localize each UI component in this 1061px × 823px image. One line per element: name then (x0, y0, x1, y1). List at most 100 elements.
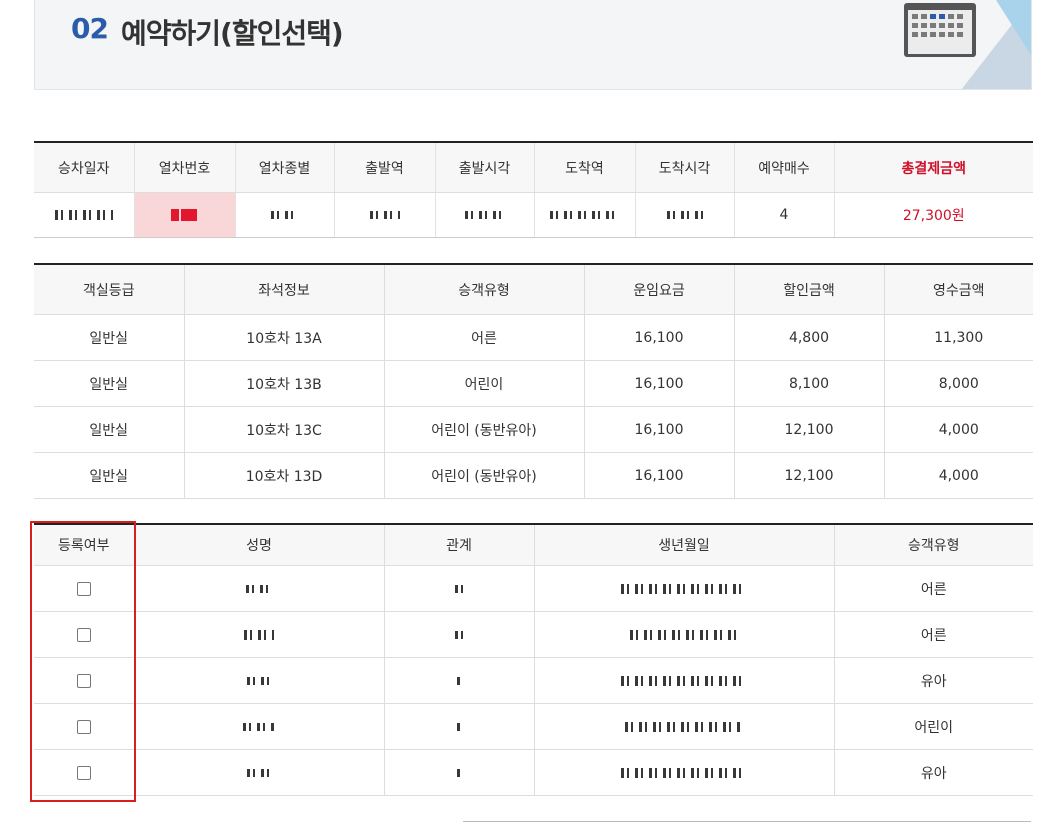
header-total-amount: 총결제금액 (833, 142, 1033, 193)
header-registered: 등록여부 (34, 524, 134, 566)
total-amount-value: 27,300원 (833, 192, 1033, 238)
redacted-value (34, 192, 134, 238)
redacted-relation (383, 611, 534, 658)
table-row: 어린이 (34, 703, 1033, 750)
ticket-count-value: 4 (733, 192, 834, 238)
redacted-value (234, 192, 334, 238)
redacted-value (533, 192, 635, 238)
table-row: 일반실 10호차 13C 어린이 (동반유아) 16,100 12,100 4,… (34, 406, 1033, 453)
redacted-relation (383, 749, 534, 796)
register-checkbox[interactable] (76, 719, 91, 734)
type-cell: 어린이 (383, 360, 584, 407)
redacted-birthdate (533, 703, 834, 750)
seat-cell: 10호차 13A (183, 314, 384, 361)
table-row: 어른 (34, 611, 1033, 658)
register-checkbox[interactable] (76, 581, 91, 596)
redacted-birthdate (533, 611, 834, 658)
discount-cell: 12,100 (733, 406, 884, 453)
redacted-relation (383, 703, 534, 750)
fare-cell: 16,100 (583, 314, 734, 361)
header-relation: 관계 (383, 524, 534, 566)
paid-cell: 4,000 (883, 406, 1033, 453)
fare-table: 객실등급 좌석정보 승객유형 운임요금 할인금액 영수금액 일반실 10호차 1… (34, 263, 1033, 499)
fare-cell: 16,100 (583, 452, 734, 499)
table-row: 유아 (34, 657, 1033, 704)
header-seat-info: 좌석정보 (183, 264, 384, 315)
header-train-type: 열차종별 (234, 142, 334, 193)
type-cell: 유아 (833, 657, 1033, 704)
paid-cell: 4,000 (883, 452, 1033, 499)
discount-cell: 12,100 (733, 452, 884, 499)
registered-cell (34, 749, 134, 796)
type-cell: 유아 (833, 749, 1033, 796)
divider (463, 821, 1031, 822)
table-row: 어른 (34, 565, 1033, 612)
redacted-birthdate (533, 749, 834, 796)
table-row: 일반실 10호차 13B 어린이 16,100 8,100 8,000 (34, 360, 1033, 407)
redacted-name (133, 703, 384, 750)
seat-cell: 10호차 13B (183, 360, 384, 407)
redacted-birthdate (533, 565, 834, 612)
redacted-name (133, 565, 384, 612)
header-ticket-count: 예약매수 (733, 142, 834, 193)
type-cell: 어른 (833, 611, 1033, 658)
type-cell: 어린이 (동반유아) (383, 406, 584, 453)
table-row: 4 27,300원 (34, 192, 1033, 238)
redacted-relation (383, 657, 534, 704)
type-cell: 어른 (833, 565, 1033, 612)
class-cell: 일반실 (34, 360, 184, 407)
header-class: 객실등급 (34, 264, 184, 315)
paid-cell: 8,000 (883, 360, 1033, 407)
train-info-table: 승차일자 열차번호 열차종별 출발역 출발시각 도착역 도착시각 예약매수 총결… (34, 141, 1033, 238)
header-fare: 운임요금 (583, 264, 734, 315)
header-departure-station: 출발역 (333, 142, 435, 193)
step-number: 02 (71, 12, 109, 45)
discount-cell: 8,100 (733, 360, 884, 407)
redacted-name (133, 611, 384, 658)
type-cell: 어른 (383, 314, 584, 361)
paid-cell: 11,300 (883, 314, 1033, 361)
header-paid-amount: 영수금액 (883, 264, 1033, 315)
table-row: 일반실 10호차 13D 어린이 (동반유아) 16,100 12,100 4,… (34, 452, 1033, 499)
header-arrival-station: 도착역 (533, 142, 635, 193)
header-discount: 할인금액 (733, 264, 884, 315)
section-header: 02 예약하기(할인선택) (34, 0, 1032, 90)
redacted-value (333, 192, 435, 238)
registered-cell (34, 611, 134, 658)
redacted-value (434, 192, 534, 238)
table-row: 유아 (34, 749, 1033, 796)
redacted-name (133, 657, 384, 704)
calendar-grid-icon (904, 0, 1031, 89)
redacted-relation (383, 565, 534, 612)
redacted-birthdate (533, 657, 834, 704)
class-cell: 일반실 (34, 406, 184, 453)
register-checkbox[interactable] (76, 627, 91, 642)
register-checkbox[interactable] (76, 765, 91, 780)
discount-cell: 4,800 (733, 314, 884, 361)
redacted-value (634, 192, 734, 238)
header-arrival-time: 도착시각 (634, 142, 734, 193)
header-departure-time: 출발시각 (434, 142, 534, 193)
registered-cell (34, 657, 134, 704)
seat-cell: 10호차 13D (183, 452, 384, 499)
header-passenger-type: 승객유형 (383, 264, 584, 315)
redacted-name (133, 749, 384, 796)
header-boarding-date: 승차일자 (34, 142, 134, 193)
register-checkbox[interactable] (76, 673, 91, 688)
class-cell: 일반실 (34, 452, 184, 499)
registered-cell (34, 703, 134, 750)
header-name: 성명 (133, 524, 384, 566)
header-birthdate: 생년월일 (533, 524, 834, 566)
registered-cell (34, 565, 134, 612)
type-cell: 어린이 (833, 703, 1033, 750)
redacted-value (133, 192, 235, 238)
passenger-table: 등록여부 성명 관계 생년월일 승객유형 어른 어른 유아 어린이 유아 (34, 523, 1033, 796)
header-passenger-type: 승객유형 (833, 524, 1033, 566)
fare-cell: 16,100 (583, 406, 734, 453)
page-title: 예약하기(할인선택) (121, 17, 344, 50)
type-cell: 어린이 (동반유아) (383, 452, 584, 499)
fare-cell: 16,100 (583, 360, 734, 407)
header-train-number: 열차번호 (133, 142, 235, 193)
class-cell: 일반실 (34, 314, 184, 361)
table-row: 일반실 10호차 13A 어른 16,100 4,800 11,300 (34, 314, 1033, 361)
